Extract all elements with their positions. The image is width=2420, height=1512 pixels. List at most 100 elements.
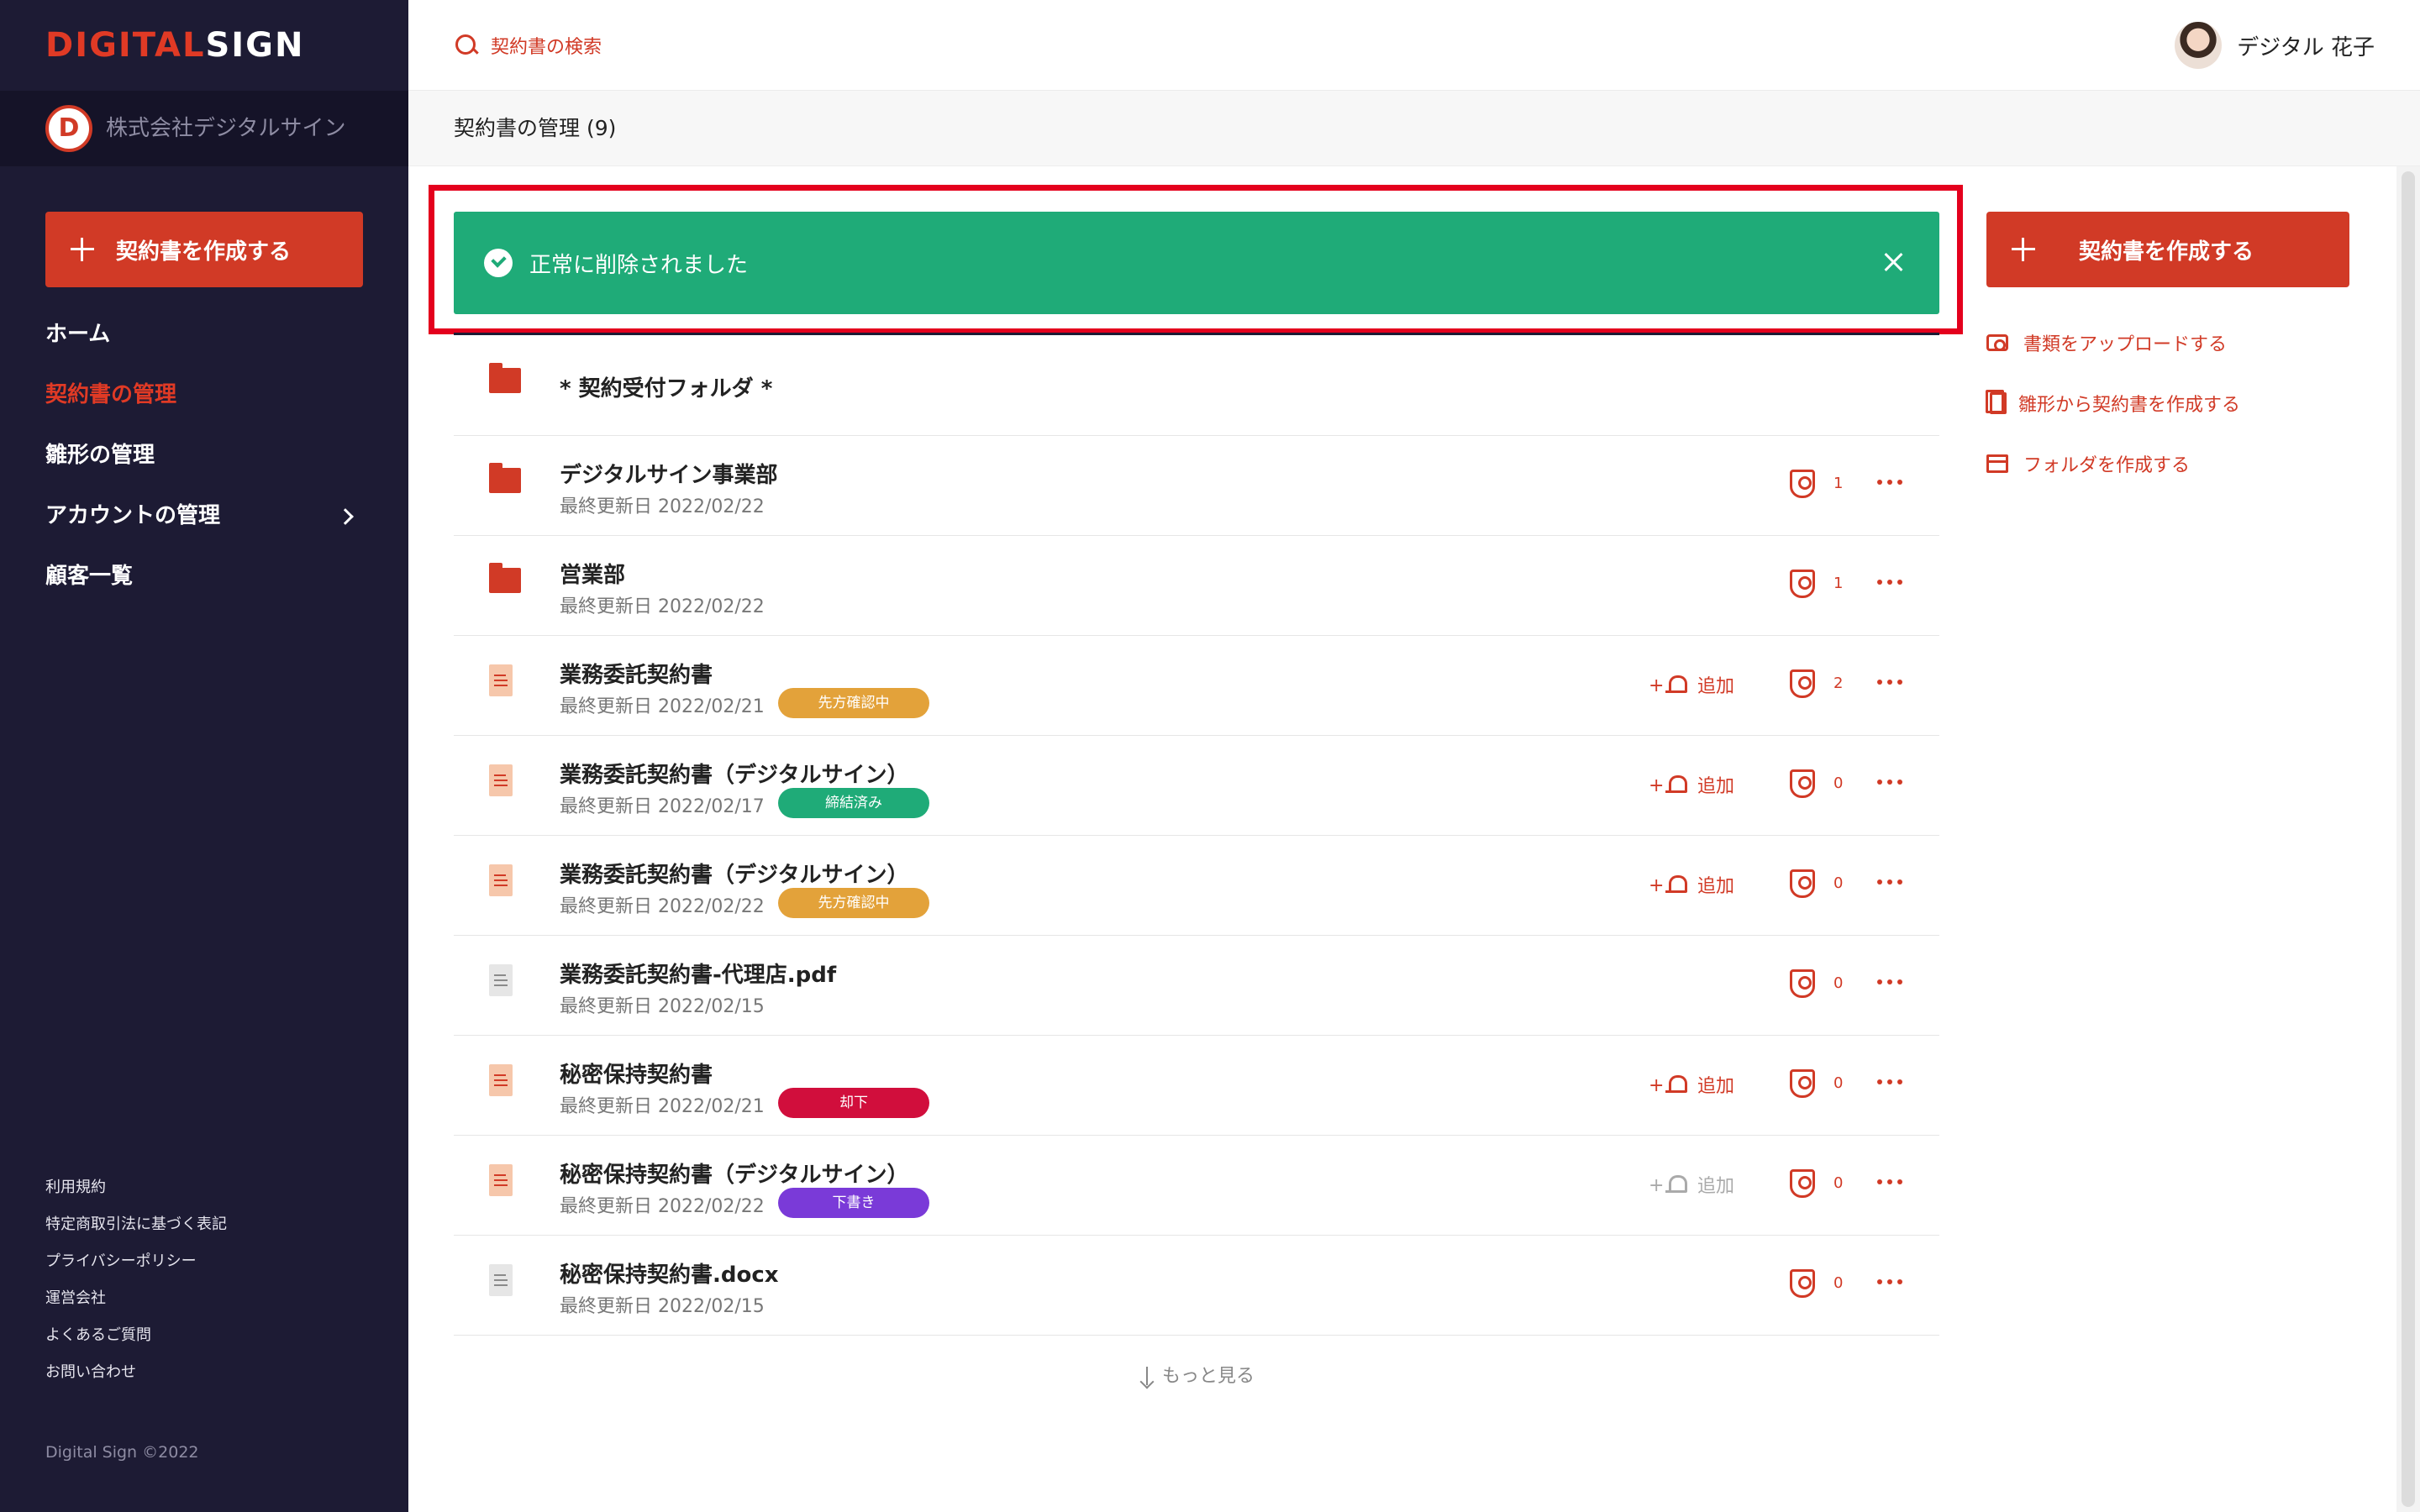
user-name: デジタル 花子 — [2237, 34, 2375, 60]
list-item[interactable]: 秘密保持契約書.docx 最終更新日 2022/02/15 0 — [454, 1236, 1939, 1336]
contract-list: * 契約受付フォルダ * デジタルサイン事業部 最終更新日 2022/02/22… — [454, 336, 1939, 1336]
document-icon — [489, 1164, 513, 1196]
sidebar-item-accounts[interactable]: アカウントの管理 — [45, 494, 363, 554]
shield-user-icon[interactable] — [1790, 769, 1815, 798]
add-reminder-label: 追加 — [1697, 676, 1735, 697]
sidebar-item-home[interactable]: ホーム — [45, 312, 363, 373]
permission-count: 1 — [1833, 475, 1844, 492]
more-icon[interactable] — [1877, 1279, 1902, 1286]
permission-count: 2 — [1833, 675, 1844, 692]
permission-count: 0 — [1833, 974, 1844, 992]
item-updated-date: 最終更新日 2022/02/22 — [560, 896, 765, 917]
organization-name: 株式会社デジタルサイン — [106, 116, 346, 141]
sidebar-item-contracts[interactable]: 契約書の管理 — [45, 373, 363, 433]
footer-link-commerce-act[interactable]: 特定商取引法に基づく表記 — [45, 1211, 227, 1248]
shield-user-icon[interactable] — [1790, 969, 1815, 998]
bell-plus-icon: + — [1649, 672, 1687, 697]
create-from-template-link[interactable]: 雛形から契約書を作成する — [1986, 373, 2240, 433]
list-item[interactable]: 業務委託契約書 最終更新日 2022/02/21 先方確認中 + 追加 2 — [454, 636, 1939, 736]
load-more-button[interactable]: もっと見る — [454, 1361, 1939, 1388]
add-reminder-label: 追加 — [1697, 1076, 1735, 1097]
add-reminder-button[interactable]: + 追加 — [1649, 771, 1734, 798]
list-item[interactable]: 秘密保持契約書 最終更新日 2022/02/21 却下 + 追加 0 — [454, 1036, 1939, 1136]
sidebar-create-contract-button[interactable]: 契約書を作成する — [45, 212, 363, 287]
status-badge: 先方確認中 — [778, 888, 929, 918]
scrollbar-thumb[interactable] — [2402, 171, 2415, 1507]
logo-text-digital: DIGITAL — [45, 26, 206, 65]
list-item[interactable]: 営業部 最終更新日 2022/02/22 1 — [454, 536, 1939, 636]
item-title: 秘密保持契約書 — [560, 1063, 713, 1088]
footer-link-company[interactable]: 運営会社 — [45, 1285, 227, 1322]
shield-user-icon[interactable] — [1790, 570, 1815, 598]
more-icon[interactable] — [1877, 879, 1902, 886]
more-icon[interactable] — [1877, 979, 1902, 986]
folder-icon — [489, 363, 521, 393]
footer-link-privacy[interactable]: プライバシーポリシー — [45, 1248, 227, 1285]
sidebar: DIGITALSIGN D 株式会社デジタルサイン 契約書を作成する ホーム 契… — [0, 0, 408, 1512]
search-trigger[interactable]: 契約書の検索 — [454, 0, 602, 91]
logo[interactable]: DIGITALSIGN — [45, 27, 304, 64]
shield-user-icon[interactable] — [1790, 470, 1815, 498]
top-bar: 契約書の検索 デジタル 花子 — [408, 0, 2420, 91]
sidebar-item-customers[interactable]: 顧客一覧 — [45, 554, 363, 615]
scrollbar[interactable] — [2396, 166, 2420, 1512]
permission-count: 0 — [1833, 1074, 1844, 1092]
item-title: 秘密保持契約書（デジタルサイン） — [560, 1163, 909, 1188]
list-item[interactable]: デジタルサイン事業部 最終更新日 2022/02/22 1 — [454, 436, 1939, 536]
organization-switcher[interactable]: D 株式会社デジタルサイン — [0, 91, 408, 166]
document-icon — [489, 1064, 513, 1096]
add-reminder-button[interactable]: + 追加 — [1649, 1171, 1734, 1198]
upload-document-link[interactable]: 書類をアップロードする — [1986, 312, 2240, 373]
footer-link-terms[interactable]: 利用規約 — [45, 1174, 227, 1211]
permission-count: 1 — [1833, 575, 1844, 592]
list-item[interactable]: 業務委託契約書（デジタルサイン） 最終更新日 2022/02/22 先方確認中 … — [454, 836, 1939, 936]
item-title: * 契約受付フォルダ * — [560, 376, 773, 402]
close-icon[interactable] — [1882, 250, 1906, 274]
create-contract-button[interactable]: 契約書を作成する — [1986, 212, 2349, 287]
permission-count: 0 — [1833, 1174, 1844, 1192]
avatar — [2175, 22, 2223, 69]
more-icon[interactable] — [1877, 680, 1902, 686]
status-badge: 先方確認中 — [778, 688, 929, 718]
shield-user-icon[interactable] — [1790, 1169, 1815, 1198]
sidebar-item-templates[interactable]: 雛形の管理 — [45, 433, 363, 494]
item-title: 業務委託契約書 — [560, 663, 713, 688]
list-item[interactable]: 秘密保持契約書（デジタルサイン） 最終更新日 2022/02/22 下書き + 追… — [454, 1136, 1939, 1236]
user-menu[interactable]: デジタル 花子 — [2175, 0, 2375, 91]
item-title: 業務委託契約書（デジタルサイン） — [560, 863, 909, 888]
more-icon[interactable] — [1877, 780, 1902, 786]
item-updated-date: 最終更新日 2022/02/15 — [560, 1296, 765, 1317]
alert-message: 正常に削除されました — [529, 252, 749, 278]
folder-icon — [489, 563, 521, 593]
item-title: デジタルサイン事業部 — [560, 463, 778, 488]
bell-plus-icon: + — [1649, 1072, 1687, 1097]
arrow-down-icon — [1139, 1367, 1155, 1387]
create-folder-link[interactable]: フォルダを作成する — [1986, 433, 2240, 494]
plus-icon — [2012, 238, 2035, 261]
shield-user-icon[interactable] — [1790, 669, 1815, 698]
more-icon[interactable] — [1877, 480, 1902, 486]
shield-user-icon[interactable] — [1790, 1269, 1815, 1298]
add-reminder-button[interactable]: + 追加 — [1649, 1071, 1735, 1098]
footer-links: 利用規約 特定商取引法に基づく表記 プライバシーポリシー 運営会社 よくあるご質… — [45, 1174, 227, 1396]
more-icon[interactable] — [1877, 1079, 1902, 1086]
more-icon[interactable] — [1877, 1179, 1902, 1186]
load-more-label: もっと見る — [1161, 1366, 1255, 1387]
shield-user-icon[interactable] — [1790, 1069, 1815, 1098]
shield-user-icon[interactable] — [1790, 869, 1815, 898]
item-title: 営業部 — [560, 563, 626, 588]
list-item[interactable]: * 契約受付フォルダ * — [454, 336, 1939, 436]
camera-icon — [1986, 334, 2008, 351]
footer-link-faq[interactable]: よくあるご質問 — [45, 1322, 227, 1359]
list-item[interactable]: 業務委託契約書（デジタルサイン） 最終更新日 2022/02/17 締結済み +… — [454, 736, 1939, 836]
add-reminder-button[interactable]: + 追加 — [1649, 871, 1735, 898]
sidebar-nav: ホーム 契約書の管理 雛形の管理 アカウントの管理 顧客一覧 — [45, 312, 363, 615]
list-item[interactable]: 業務委託契約書-代理店.pdf 最終更新日 2022/02/15 0 — [454, 936, 1939, 1036]
footer-link-contact[interactable]: お問い合わせ — [45, 1359, 227, 1396]
logo-text-sign: SIGN — [205, 26, 305, 65]
more-icon[interactable] — [1877, 580, 1902, 586]
file-icon — [489, 1264, 513, 1296]
add-reminder-button[interactable]: + 追加 — [1649, 671, 1735, 698]
check-circle-icon — [484, 249, 513, 277]
add-reminder-label: 追加 — [1697, 876, 1735, 897]
